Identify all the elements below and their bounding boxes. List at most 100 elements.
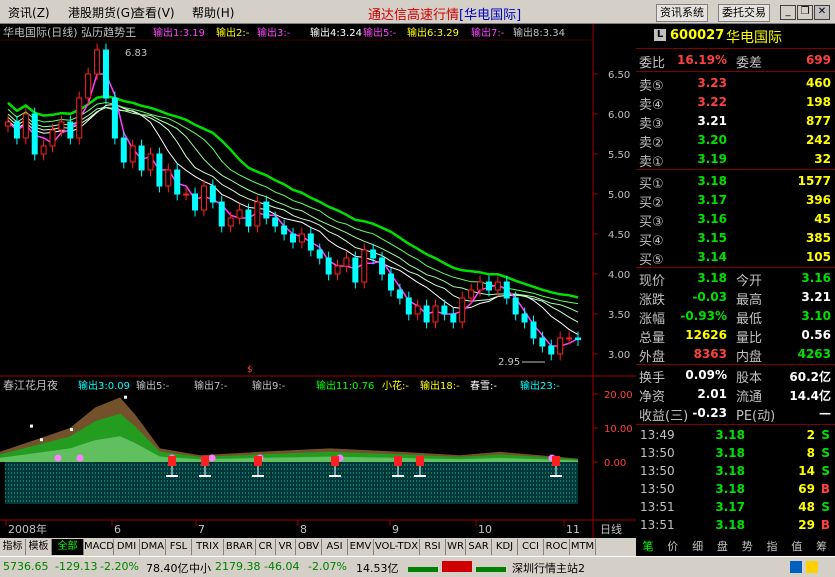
quote-value: 3.17 — [697, 193, 727, 207]
tab-全部[interactable]: 全部 — [52, 539, 84, 555]
menu-bar: 资讯(Z) 港股期货(G) 查看(V) 帮助(H) 通达信高速行情[华电国际] … — [0, 0, 835, 24]
tick-row: 13:49 3.18 2 S — [636, 426, 835, 444]
tab-wr[interactable]: WR — [446, 539, 466, 555]
menu-news[interactable]: 资讯(Z) — [8, 4, 50, 21]
quote-tab[interactable]: 势 — [735, 539, 759, 555]
indicator-output: 输出7:- — [194, 379, 228, 392]
index2-amount: 14.53亿 — [356, 562, 399, 575]
order-diff-label: 委差 — [736, 56, 763, 71]
chart-output: 输出4:3.24 — [310, 26, 362, 39]
price-tick-label: 6.00 — [608, 110, 630, 121]
tick-direction: B — [820, 482, 830, 496]
tab-emv[interactable]: EMV — [348, 539, 374, 555]
quote-value: 3.22 — [697, 95, 727, 109]
candle — [22, 113, 29, 139]
quote-tab[interactable]: 价 — [661, 539, 685, 555]
tab-模板[interactable]: 模板 — [26, 539, 52, 555]
stock-header: L 600027 华电国际 — [636, 26, 835, 46]
quote-label: 买⑤ — [639, 253, 664, 268]
candle — [183, 193, 190, 196]
tab-dmi[interactable]: DMI — [114, 539, 140, 555]
indicator-tick-label: 0.00 — [604, 458, 626, 469]
candle — [58, 121, 65, 131]
quote-label: PE(动) — [736, 409, 776, 424]
minimize-icon[interactable]: _ — [780, 5, 796, 20]
date-tick-label: 2008年 — [8, 522, 47, 536]
quote-volume: 3.21 — [801, 290, 831, 304]
candle — [432, 305, 439, 323]
signal-dot — [76, 454, 84, 462]
quote-tab[interactable]: 细 — [686, 539, 710, 555]
quote-label: 最高 — [736, 293, 763, 308]
tab-asi[interactable]: ASI — [322, 539, 348, 555]
tab-vr[interactable]: VR — [276, 539, 296, 555]
close-icon[interactable]: ✕ — [814, 5, 830, 20]
quote-tab[interactable]: 盘 — [710, 539, 734, 555]
indicator-dot — [30, 424, 33, 428]
quote-tab[interactable]: 值 — [785, 539, 809, 555]
quote-volume: 3.10 — [801, 309, 831, 323]
tab-roc[interactable]: ROC — [544, 539, 570, 555]
quote-tab[interactable]: 筹 — [810, 539, 834, 555]
quote-tab[interactable]: 指 — [760, 539, 784, 555]
tab-mtm[interactable]: MTM — [570, 539, 596, 555]
quote-label: 涨跌 — [639, 293, 666, 308]
tab-macd[interactable]: MACD — [84, 539, 114, 555]
quote-label: 量比 — [736, 331, 763, 346]
period-label[interactable]: 日线 — [600, 522, 622, 536]
tab-obv[interactable]: OBV — [296, 539, 322, 555]
tab-cr[interactable]: CR — [256, 539, 276, 555]
tab-vol-tdx[interactable]: VOL-TDX — [374, 539, 420, 555]
tab-sar[interactable]: SAR — [466, 539, 492, 555]
price-tick-label: 5.00 — [608, 190, 630, 201]
quote-label: 净资 — [639, 390, 666, 405]
quote-value: 3.18 — [697, 271, 727, 285]
tick-time: 13:50 — [640, 464, 675, 478]
candle — [405, 297, 412, 315]
tab-指标[interactable]: 指标 — [0, 539, 26, 555]
candle — [379, 257, 386, 275]
tick-row: 13:50 3.18 69 B — [636, 480, 835, 498]
tick-volume: 69 — [798, 482, 815, 496]
signal-marker — [168, 456, 176, 466]
date-tick-label: 6 — [114, 523, 121, 536]
candle — [325, 257, 332, 275]
tab-cci[interactable]: CCI — [518, 539, 544, 555]
candle — [138, 145, 145, 171]
candle — [343, 257, 350, 267]
candle — [494, 281, 501, 291]
candle — [102, 49, 109, 99]
signal-marker — [416, 456, 424, 466]
indicator-dot — [40, 438, 43, 442]
quote-tab[interactable]: 笔 — [636, 539, 660, 555]
quote-value: 12626 — [685, 328, 727, 342]
signal-dot — [208, 454, 216, 462]
buy-level-row: 买② 3.17 396 — [636, 191, 835, 211]
tab-trix[interactable]: TRIX — [192, 539, 224, 555]
quote-label: 总量 — [639, 331, 666, 346]
market-bar-icon — [408, 561, 508, 573]
tab-fsl[interactable]: FSL — [166, 539, 192, 555]
kline-chart[interactable]: 华电国际(日线) 弘历趋势王 输出1:3.19 输出2:- 输出3:- 输出4:3.2… — [0, 24, 636, 538]
menu-view[interactable]: 查看(V) — [133, 4, 175, 21]
restore-icon[interactable]: ❐ — [797, 5, 813, 20]
chart-output: 输出5:- — [363, 26, 397, 39]
trade-button[interactable]: 委托交易 — [718, 4, 770, 22]
tab-dma[interactable]: DMA — [140, 539, 166, 555]
candle — [548, 345, 555, 355]
news-system-button[interactable]: 资讯系统 — [656, 4, 708, 22]
menu-hk-futures[interactable]: 港股期货(G) — [68, 4, 135, 21]
quote-volume: 60.2亿 — [789, 370, 831, 384]
quote-label: 卖① — [639, 155, 664, 170]
quote-label: 内盘 — [736, 350, 763, 365]
index2-change: -46.04 — [264, 560, 300, 573]
indicator-outputs: 输出3:0.09 输出5:- 输出7:- 输出9:- 输出11:0.76 小花:- 输出18… — [78, 379, 560, 392]
tick-price: 3.18 — [715, 464, 745, 478]
tab-brar[interactable]: BRAR — [224, 539, 256, 555]
tab-kdj[interactable]: KDJ — [492, 539, 518, 555]
quote-value: 3.16 — [697, 212, 727, 226]
menu-help[interactable]: 帮助(H) — [192, 4, 234, 21]
price-tick-label: 3.50 — [608, 310, 630, 321]
signal-marker — [331, 456, 339, 466]
tab-rsi[interactable]: RSI — [420, 539, 446, 555]
